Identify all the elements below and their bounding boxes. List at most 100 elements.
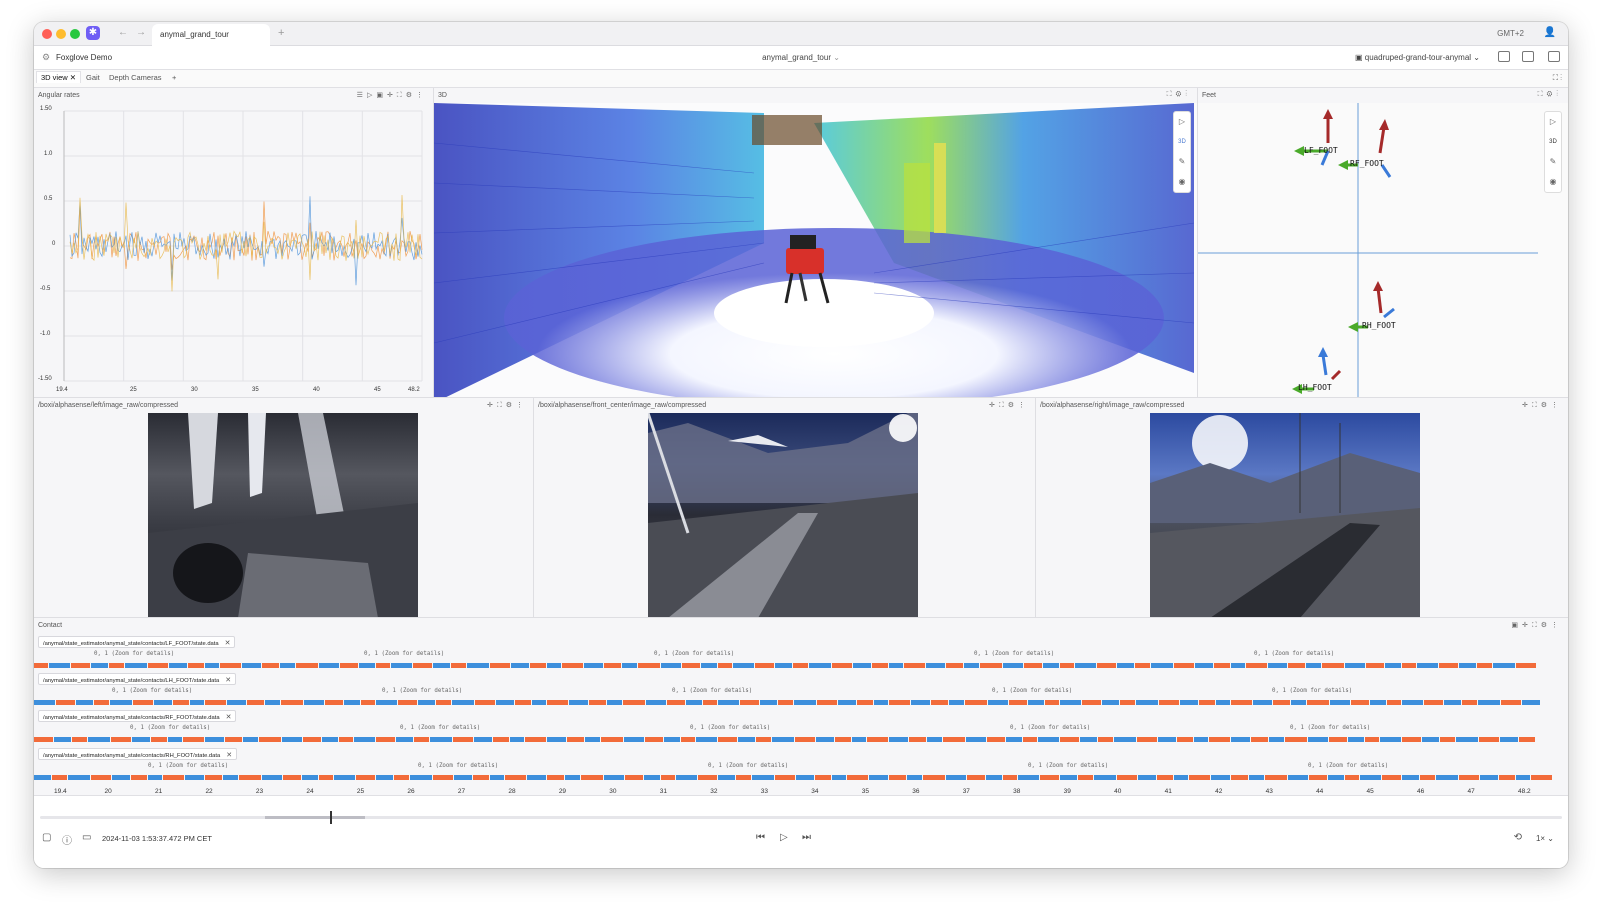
feet-viewport[interactable]: LF_FOOT RF_FOOT RH_FOOT LH_FOOT ▷ 3D ✎ ◉	[1198, 103, 1568, 397]
contact-segment	[547, 663, 561, 668]
contact-segment	[132, 737, 150, 742]
seek-forward-icon[interactable]: ⏭	[802, 832, 811, 843]
new-tab-button[interactable]: +	[278, 27, 284, 39]
series-chip[interactable]: /anymal/state_estimator/anymal_state/con…	[38, 673, 237, 685]
tab-depth-cameras[interactable]: Depth Cameras	[109, 73, 162, 82]
contact-segment	[319, 775, 333, 780]
camera-center-icon[interactable]: ◉	[1174, 172, 1190, 192]
left-sidebar-icon[interactable]	[1522, 51, 1534, 62]
contact-segment	[1307, 700, 1329, 705]
panel-toolbar[interactable]: ⛶⚙⋮	[1538, 91, 1562, 99]
x-tick: 45	[1366, 788, 1374, 795]
playhead[interactable]	[330, 811, 332, 824]
contact-segment	[847, 775, 868, 780]
contact-segment	[1117, 663, 1134, 668]
foxglove-app-icon[interactable]: ✱	[86, 26, 100, 40]
series-path-label: /anymal/state_estimator/anymal_state/con…	[43, 641, 219, 647]
measure-tool-icon[interactable]: ✎	[1174, 152, 1190, 172]
timeline-scrubber[interactable]	[40, 811, 1562, 824]
loop-icon[interactable]: ⟲	[1514, 832, 1522, 843]
contact-segment	[334, 775, 355, 780]
panel-toolbar[interactable]: ☰▷▣✛⛶⚙⋮	[357, 91, 427, 100]
series-chip[interactable]: /anymal/state_estimator/anymal_state/con…	[38, 710, 237, 722]
chat-icon[interactable]: ▭	[82, 832, 91, 843]
play-icon[interactable]: ▷	[780, 832, 788, 843]
measure-tool-icon[interactable]: ✎	[1545, 152, 1561, 172]
seek-backward-icon[interactable]: ⏮	[756, 832, 765, 843]
contact-segment	[1180, 700, 1198, 705]
contact-segment	[88, 737, 110, 742]
contact-segment	[872, 663, 888, 668]
contact-segment	[607, 700, 622, 705]
panel-title: Angular rates	[38, 92, 80, 99]
series-chip[interactable]: /anymal/state_estimator/anymal_state/con…	[38, 748, 238, 760]
tab-gait[interactable]: Gait	[86, 73, 100, 82]
plot-area[interactable]: 1.50 1.0 0.5 0 -0.5 -1.0 -1.50 19.4 25 3…	[34, 103, 433, 397]
info-icon[interactable]: ⓘ	[62, 832, 72, 847]
app-window: ✱ ← → anymal_grand_tour + GMT+2 👤 ⚙ Foxg…	[34, 22, 1568, 868]
series-path-label: /anymal/state_estimator/anymal_state/con…	[43, 715, 220, 721]
close-icon[interactable]: ✕	[70, 73, 76, 82]
fullscreen-icon[interactable]: ⛶ ⋮	[1553, 73, 1562, 83]
playback-speed-selector[interactable]: 1× ⌄	[1536, 834, 1554, 843]
contact-segment	[467, 663, 489, 668]
select-tool-icon[interactable]: ▷	[1545, 112, 1561, 132]
panel-toolbar[interactable]: ✛⛶⚙⋮	[487, 401, 527, 410]
panel-toolbar[interactable]: ▣✛⛶⚙⋮	[1511, 621, 1562, 630]
contact-segment	[223, 775, 238, 780]
remove-series-icon[interactable]: ✕	[226, 714, 232, 721]
series-chip[interactable]: /anymal/state_estimator/anymal_state/con…	[38, 636, 236, 648]
tab-3d-view[interactable]: 3D view ✕	[36, 71, 82, 83]
contact-segment	[1382, 775, 1401, 780]
contact-segment	[857, 700, 873, 705]
contact-segment	[1045, 700, 1059, 705]
contact-segment	[68, 775, 90, 780]
camera-front-image[interactable]	[646, 412, 918, 617]
contact-segment	[1522, 700, 1540, 705]
camera-right-image[interactable]	[1150, 413, 1420, 617]
user-icon[interactable]: 👤	[1544, 27, 1556, 38]
chevron-down-icon[interactable]: ⌄	[833, 53, 840, 62]
contact-segment	[966, 737, 986, 742]
contact-segment	[1174, 775, 1188, 780]
close-window-button[interactable]	[42, 29, 52, 39]
x-tick: 22	[205, 788, 213, 795]
bookmark-icon[interactable]: ▢	[42, 832, 51, 843]
panel-toolbar[interactable]: ⛶⚙⋮	[1167, 91, 1191, 99]
contact-segment	[869, 775, 888, 780]
panel-title: 3D	[438, 92, 447, 99]
remove-series-icon[interactable]: ✕	[226, 752, 232, 759]
data-source-selector[interactable]: anymal_grand_tour	[762, 53, 831, 62]
current-time[interactable]: 2024-11-03 1:53:37.472 PM CET	[102, 834, 212, 843]
minimize-window-button[interactable]	[56, 29, 66, 39]
zoom-detail-label: 0, 1 (Zoom for details)	[1028, 763, 1109, 769]
contact-segment	[148, 775, 162, 780]
forward-arrow-icon[interactable]: →	[136, 27, 146, 38]
contact-segment	[547, 737, 566, 742]
contact-segment	[433, 775, 453, 780]
panel-toolbar[interactable]: ✛⛶⚙⋮	[989, 401, 1029, 410]
layout-selector[interactable]: ▣ quadruped-grand-tour-anymal ⌄	[1355, 53, 1480, 62]
right-sidebar-icon[interactable]	[1548, 51, 1560, 62]
back-arrow-icon[interactable]: ←	[118, 27, 128, 38]
contact-segment	[1136, 700, 1158, 705]
maximize-window-button[interactable]	[70, 29, 80, 39]
panel-toolbar[interactable]: ✛⛶⚙⋮	[1522, 401, 1562, 410]
3d-mode-toggle[interactable]: 3D	[1545, 132, 1561, 152]
timezone-label[interactable]: GMT+2	[1497, 29, 1524, 38]
remove-series-icon[interactable]: ✕	[225, 677, 231, 684]
select-tool-icon[interactable]: ▷	[1174, 112, 1190, 132]
camera-left-panel: /boxi/alphasense/left/image_raw/compress…	[34, 398, 534, 618]
browser-tab[interactable]: anymal_grand_tour	[152, 24, 270, 46]
camera-center-icon[interactable]: ◉	[1545, 172, 1561, 192]
remove-series-icon[interactable]: ✕	[225, 640, 231, 647]
x-tick: 29	[558, 788, 567, 795]
add-panel-icon[interactable]	[1498, 51, 1510, 62]
camera-left-image[interactable]	[148, 413, 418, 617]
contact-segment	[1102, 700, 1119, 705]
3d-viewport[interactable]: ▷ 3D ✎ ◉	[434, 103, 1197, 397]
add-tab-button[interactable]: +	[172, 73, 176, 82]
contact-segment	[1306, 663, 1321, 668]
contact-segment	[946, 663, 963, 668]
3d-mode-toggle[interactable]: 3D	[1174, 132, 1190, 152]
